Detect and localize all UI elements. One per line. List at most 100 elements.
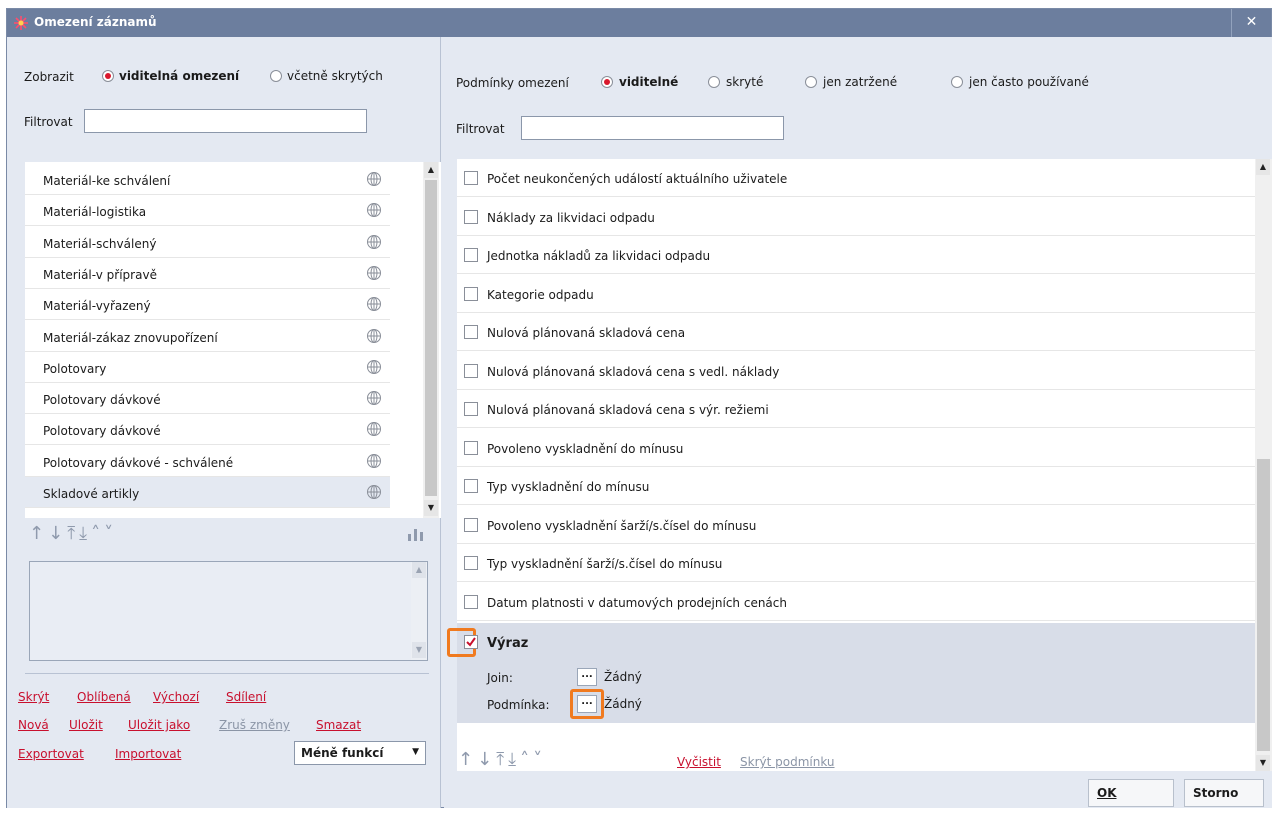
list-item[interactable]: Materiál-logistika: [25, 195, 390, 227]
chart-icon[interactable]: [407, 527, 425, 541]
condition-checkbox[interactable]: [464, 402, 478, 416]
globe-icon[interactable]: [366, 359, 382, 375]
condition-dots-button[interactable]: ...: [577, 695, 597, 713]
textarea-scroll-down[interactable]: ▼: [412, 642, 426, 658]
condition-label: Jednotka nákladů za likvidaci odpadu: [487, 249, 711, 263]
conditions-scroll-down[interactable]: ▼: [1256, 755, 1270, 771]
expression-checkbox[interactable]: [464, 635, 478, 649]
list-item[interactable]: Polotovary dávkové: [25, 414, 390, 446]
left-move-arrows[interactable]: ↑↓⤒⤓˄˅: [29, 523, 117, 544]
expand-down-icon[interactable]: ˅: [533, 749, 546, 770]
delete-link[interactable]: Smazat: [316, 718, 361, 732]
move-up-icon[interactable]: ↑: [458, 749, 477, 770]
move-up-icon[interactable]: ↑: [29, 523, 48, 544]
list-item[interactable]: Materiál-schválený: [25, 227, 390, 258]
condition-label: Typ vyskladnění do mínusu: [487, 480, 650, 494]
new-link[interactable]: Nová: [18, 718, 49, 732]
show-label: Zobrazit: [24, 70, 74, 84]
list-item[interactable]: Polotovary dávkové: [25, 383, 390, 415]
close-button[interactable]: ✕: [1231, 9, 1271, 37]
condition-checkbox[interactable]: [464, 479, 478, 493]
list-scrollbar[interactable]: ▲ ▼: [423, 162, 439, 518]
favorite-link[interactable]: Oblíbená: [77, 690, 131, 704]
default-link[interactable]: Výchozí: [153, 690, 199, 704]
cancel-button[interactable]: Storno: [1184, 779, 1264, 807]
discard-changes-link[interactable]: Zruš změny: [219, 718, 290, 732]
condition-checkbox[interactable]: [464, 594, 478, 609]
list-item[interactable]: Materiál-ke schválení: [25, 164, 390, 195]
join-dots-button[interactable]: ...: [577, 668, 597, 686]
list-item[interactable]: Materiál-zákaz znovupořízení: [25, 321, 390, 352]
expand-up-icon[interactable]: ˄: [91, 523, 104, 544]
expand-down-icon[interactable]: ˅: [104, 523, 117, 544]
conditions-scroll-up[interactable]: ▲: [1256, 159, 1270, 175]
expand-up-icon[interactable]: ˄: [520, 749, 533, 770]
list-item[interactable]: Polotovary: [25, 352, 390, 383]
move-top-icon[interactable]: ⤒: [67, 523, 79, 544]
condition-row: Nulová plánovaná skladová cena s výr. re…: [457, 390, 1257, 428]
radio-including-hidden[interactable]: [270, 70, 282, 82]
globe-icon[interactable]: [366, 390, 382, 406]
globe-icon[interactable]: [366, 421, 382, 437]
hide-condition-link[interactable]: Skrýt podmínku: [740, 755, 835, 769]
globe-icon[interactable]: [366, 202, 382, 218]
description-textarea[interactable]: ▲ ▼: [29, 561, 428, 661]
move-down-icon[interactable]: ↓: [477, 749, 496, 770]
scroll-thumb[interactable]: [425, 180, 437, 496]
globe-icon[interactable]: [366, 453, 382, 469]
condition-checkbox[interactable]: [464, 286, 478, 301]
globe-icon[interactable]: [366, 328, 382, 344]
textarea-scroll-up[interactable]: ▲: [412, 562, 426, 578]
list-item-label: Materiál-vyřazený: [43, 299, 151, 314]
list-item[interactable]: Polotovary dávkové - schválené: [25, 446, 390, 477]
move-down-icon[interactable]: ↓: [48, 523, 67, 544]
radio-frequent-only[interactable]: [951, 76, 963, 88]
condition-checkbox[interactable]: [464, 171, 478, 185]
ok-button[interactable]: OK: [1088, 779, 1174, 807]
globe-icon[interactable]: [366, 265, 382, 281]
save-as-link[interactable]: Uložit jako: [128, 718, 190, 732]
globe-icon[interactable]: [366, 234, 382, 250]
list-item[interactable]: Materiál-v přípravě: [25, 258, 390, 289]
globe-icon[interactable]: [366, 296, 382, 312]
radio-hidden[interactable]: [708, 76, 720, 88]
condition-checkbox[interactable]: [464, 517, 478, 532]
condition-checkbox[interactable]: [464, 556, 478, 570]
condition-checkbox[interactable]: [464, 325, 478, 339]
functions-dropdown-value: Méně funkcí: [301, 746, 384, 760]
condition-checkbox[interactable]: [464, 209, 478, 224]
globe-icon[interactable]: [366, 484, 382, 500]
scroll-down-arrow[interactable]: ▼: [424, 500, 438, 516]
condition-row: Náklady za likvidaci odpadu: [457, 198, 1257, 236]
right-filter-input[interactable]: [521, 116, 784, 140]
conditions-scrollbar[interactable]: ▲ ▼: [1255, 159, 1272, 771]
export-link[interactable]: Exportovat: [18, 747, 84, 761]
move-bottom-icon[interactable]: ⤓: [508, 749, 520, 770]
sharing-link[interactable]: Sdílení: [226, 690, 266, 704]
import-link[interactable]: Importovat: [115, 747, 181, 761]
textarea-scrollbar[interactable]: ▲ ▼: [411, 562, 427, 660]
move-top-icon[interactable]: ⤒: [496, 749, 508, 770]
radio-visible-restrictions[interactable]: [102, 70, 114, 82]
left-panel: Zobrazit viditelná omezení včetně skrytý…: [7, 37, 441, 808]
hide-link[interactable]: Skrýt: [18, 690, 49, 704]
list-item-label: Materiál-logistika: [43, 205, 147, 220]
condition-label: Podmínka:: [487, 698, 550, 712]
left-filter-input[interactable]: [84, 109, 367, 133]
list-item[interactable]: Skladové artikly: [25, 477, 390, 508]
functions-dropdown[interactable]: Méně funkcí ▼: [294, 741, 426, 765]
clear-link[interactable]: Vyčistit: [677, 755, 721, 769]
scroll-up-arrow[interactable]: ▲: [424, 162, 438, 178]
radio-checked-only[interactable]: [805, 76, 817, 88]
save-link[interactable]: Uložit: [69, 718, 103, 732]
condition-checkbox[interactable]: [464, 440, 478, 455]
list-item[interactable]: Materiál-vyřazený: [25, 289, 390, 321]
radio-visible[interactable]: [601, 76, 613, 88]
move-bottom-icon[interactable]: ⤓: [79, 523, 91, 544]
globe-icon[interactable]: [366, 171, 382, 187]
condition-row: Nulová plánovaná skladová cena s vedl. n…: [457, 352, 1257, 390]
right-move-arrows[interactable]: ↑↓⤒⤓˄˅: [458, 749, 546, 770]
condition-checkbox[interactable]: [464, 248, 478, 262]
conditions-scroll-thumb[interactable]: [1257, 459, 1270, 751]
condition-checkbox[interactable]: [464, 363, 478, 378]
